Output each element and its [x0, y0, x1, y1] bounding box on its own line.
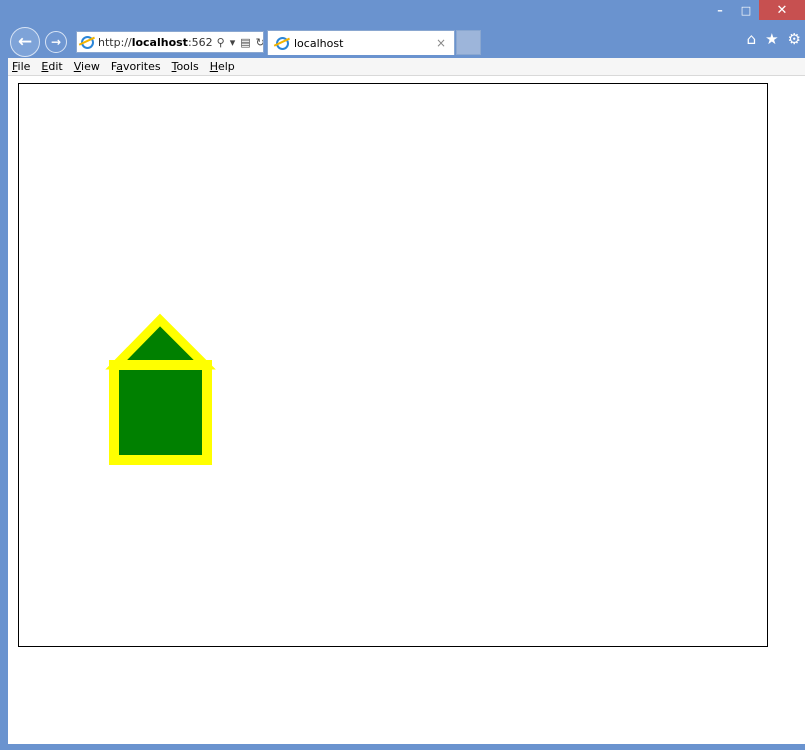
minimize-button[interactable]: –	[707, 0, 733, 20]
tab-close-icon[interactable]: ×	[436, 36, 446, 50]
search-icon[interactable]: ⚲	[217, 36, 225, 49]
tab-title: localhost	[294, 36, 344, 50]
refresh-icon[interactable]: ↻	[256, 36, 263, 49]
menu-edit[interactable]: Edit	[37, 60, 69, 73]
house-drawing	[105, 313, 216, 465]
ie-tab-icon	[276, 36, 289, 50]
url-prefix: http://	[98, 35, 132, 49]
address-bar[interactable]: http://localhost:562 ⚲ ▾ ▤ ↻	[76, 31, 264, 53]
browser-tab[interactable]: localhost ×	[267, 30, 455, 55]
house-body-square	[109, 360, 212, 465]
close-window-button[interactable]: ✕	[759, 0, 805, 20]
drawing-canvas	[18, 83, 768, 647]
url-port: :562	[187, 35, 213, 49]
settings-gear-icon[interactable]: ⚙	[788, 30, 801, 48]
favorites-star-icon[interactable]: ★	[765, 30, 778, 48]
arrow-left-icon: ←	[17, 32, 33, 52]
forward-button[interactable]: →	[45, 31, 67, 53]
url-text[interactable]: http://localhost:562	[98, 36, 213, 49]
menu-bar: File Edit View Favorites Tools Help	[8, 58, 805, 76]
arrow-right-icon: →	[50, 35, 62, 49]
maximize-button[interactable]: □	[733, 0, 759, 20]
home-icon[interactable]: ⌂	[747, 30, 757, 48]
url-host: localhost	[131, 35, 188, 49]
new-tab-button[interactable]	[456, 30, 481, 55]
browser-chrome: ← → http://localhost:562 ⚲ ▾ ▤ ↻ localho…	[0, 0, 805, 58]
menu-favorites[interactable]: Favorites	[107, 60, 168, 73]
window-controls: – □ ✕	[707, 0, 805, 20]
menu-help[interactable]: Help	[206, 60, 242, 73]
toolbar-icons: ⌂ ★ ⚙	[747, 30, 801, 48]
dropdown-icon[interactable]: ▾	[230, 36, 236, 49]
roof-triangle	[105, 313, 216, 370]
menu-view[interactable]: View	[70, 60, 107, 73]
menu-file[interactable]: File	[8, 60, 37, 73]
ie-page-icon	[81, 35, 94, 49]
page-content	[8, 76, 805, 744]
compatibility-view-icon[interactable]: ▤	[240, 36, 250, 49]
menu-tools[interactable]: Tools	[168, 60, 206, 73]
back-button[interactable]: ←	[10, 27, 40, 57]
